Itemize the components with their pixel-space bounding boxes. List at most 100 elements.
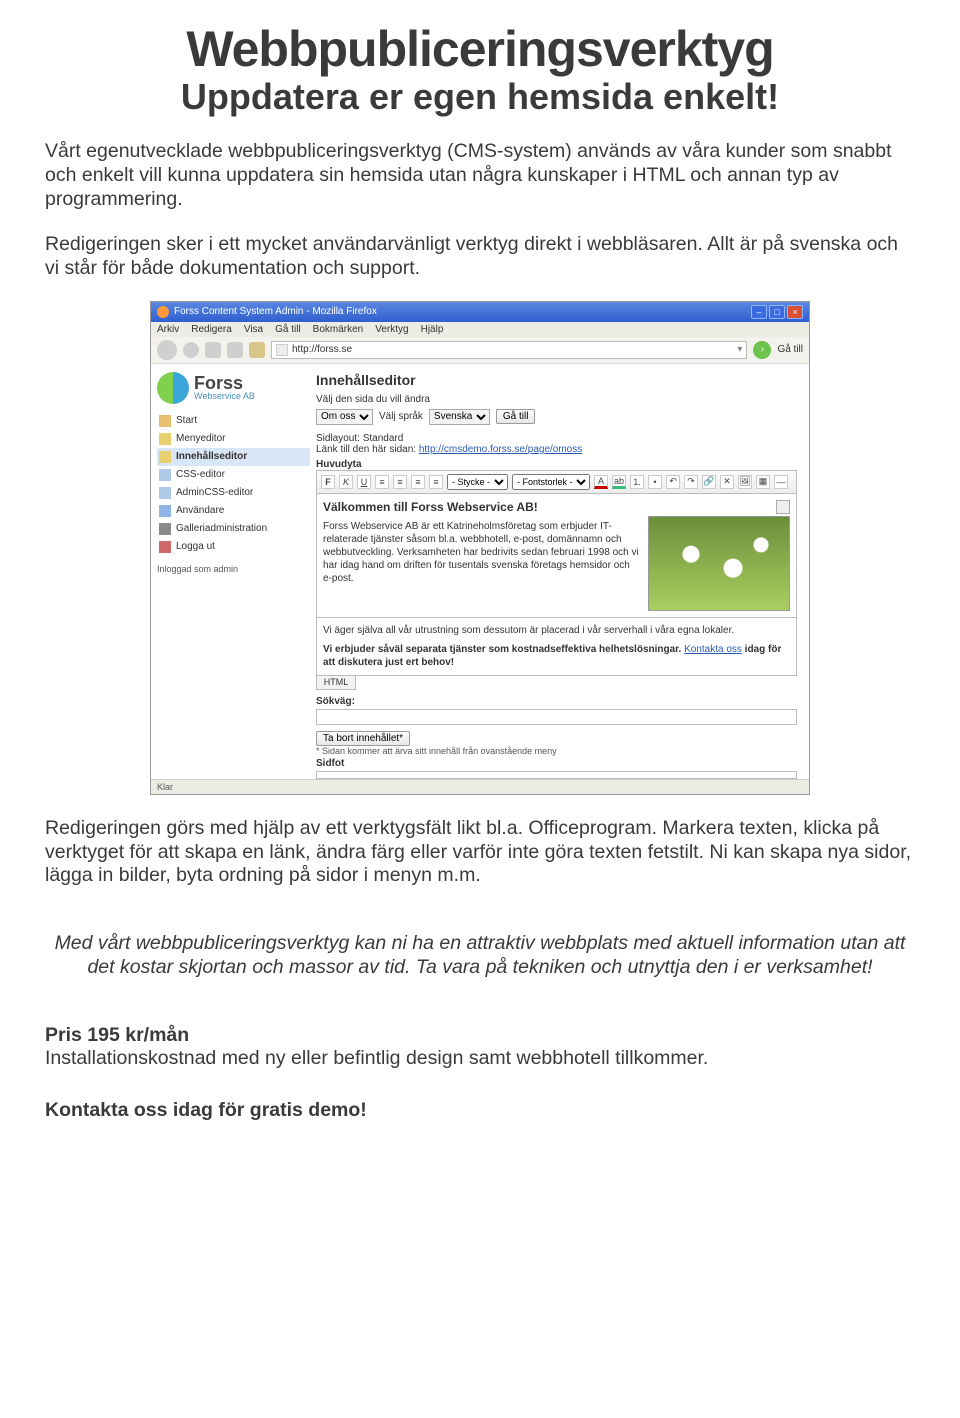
logout-icon — [159, 541, 171, 553]
intro-paragraph-1: Vårt egenutvecklade webbpubliceringsverk… — [45, 140, 915, 211]
home-icon[interactable] — [249, 342, 265, 358]
redo-icon[interactable]: ↷ — [684, 475, 698, 489]
rte-image — [648, 500, 790, 611]
stop-icon[interactable] — [227, 342, 243, 358]
tabort-footnote: * Sidan kommer att ärva sitt innehåll fr… — [316, 746, 797, 756]
sidebar-item-innehallseditor[interactable]: Innehållseditor — [157, 448, 310, 466]
intro-paragraph-2: Redigeringen sker i ett mycket användarv… — [45, 233, 915, 281]
sokvag-input[interactable] — [316, 709, 797, 725]
firefox-icon — [157, 306, 169, 318]
install-note: Installationskostnad med ny eller befint… — [45, 1047, 915, 1071]
go-button[interactable]: Gå till — [496, 409, 536, 424]
chevron-down-icon[interactable]: ▾ — [737, 344, 742, 355]
folder-icon — [159, 451, 171, 463]
menu-bokmarken[interactable]: Bokmärken — [313, 324, 364, 335]
lang-label: Välj språk — [379, 411, 423, 422]
layout-label: Sidlayout: Standard — [316, 433, 797, 444]
sidebar-item-anvandare[interactable]: Användare — [157, 502, 310, 520]
menu-arkiv[interactable]: Arkiv — [157, 324, 179, 335]
globe-icon — [157, 372, 189, 404]
bold-icon[interactable]: F — [321, 475, 335, 489]
loggedin-label: Inloggad som admin — [157, 564, 310, 574]
rte-contact-link[interactable]: Kontakta oss — [684, 644, 742, 655]
sidebar-item-label: Innehållseditor — [176, 451, 247, 462]
underline-icon[interactable]: U — [357, 475, 371, 489]
go-icon[interactable]: › — [753, 341, 771, 359]
menu-visa[interactable]: Visa — [244, 324, 263, 335]
price-label: Pris 195 kr/mån — [45, 1024, 915, 1047]
window-titlebar: Forss Content System Admin - Mozilla Fir… — [151, 302, 809, 322]
link-icon[interactable]: 🔗 — [702, 475, 716, 489]
reload-icon[interactable] — [205, 342, 221, 358]
sidebar-item-galleri[interactable]: Galleriadministration — [157, 520, 310, 538]
usage-paragraph: Redigeringen görs med hjälp av ett verkt… — [45, 817, 915, 888]
maximize-icon[interactable]: □ — [769, 305, 785, 319]
scroll-up-icon[interactable] — [776, 500, 790, 514]
forward-icon[interactable] — [183, 342, 199, 358]
align-left-icon[interactable]: ≡ — [375, 475, 389, 489]
browser-toolbar: http://forss.se ▾ › Gå till — [151, 337, 809, 364]
rte-body1: Forss Webservice AB är ett Katrineholmsf… — [323, 520, 640, 585]
forss-logo: Forss Webservice AB — [157, 372, 310, 404]
menu-hjalp[interactable]: Hjälp — [421, 324, 444, 335]
close-icon[interactable]: × — [787, 305, 803, 319]
menu-verktyg[interactable]: Verktyg — [375, 324, 408, 335]
html-tab[interactable]: HTML — [316, 676, 356, 690]
editor-heading: Innehållseditor — [316, 372, 797, 388]
url-input[interactable]: http://forss.se ▾ — [271, 341, 747, 359]
back-icon[interactable] — [157, 340, 177, 360]
tabort-button[interactable]: Ta bort innehållet* — [316, 731, 410, 746]
table-icon[interactable]: ▦ — [756, 475, 770, 489]
lang-select[interactable]: Svenska — [429, 409, 490, 425]
minimize-icon[interactable]: – — [751, 305, 767, 319]
go-label: Gå till — [777, 344, 803, 355]
list-ul-icon[interactable]: • — [648, 475, 662, 489]
menu-gatill[interactable]: Gå till — [275, 324, 301, 335]
page-icon — [276, 344, 288, 356]
textcolor-icon[interactable]: A — [594, 475, 608, 489]
sidebar-item-admincss[interactable]: AdminCSS-editor — [157, 484, 310, 502]
css-icon — [159, 469, 171, 481]
align-center-icon[interactable]: ≡ — [393, 475, 407, 489]
sidebar-item-label: CSS-editor — [176, 469, 225, 480]
sidebar-item-menyeditor[interactable]: Menyeditor — [157, 430, 310, 448]
home-icon — [159, 415, 171, 427]
folder-icon — [159, 433, 171, 445]
pagelink-url[interactable]: http://cmsdemo.forss.se/page/omoss — [419, 444, 582, 455]
window-title: Forss Content System Admin - Mozilla Fir… — [174, 306, 377, 317]
italic-icon[interactable]: K — [339, 475, 353, 489]
sidfot-label: Sidfot — [316, 758, 797, 769]
align-right-icon[interactable]: ≡ — [411, 475, 425, 489]
rte-heading: Välkommen till Forss Webservice AB! — [323, 500, 640, 516]
list-ol-icon[interactable]: 1. — [630, 475, 644, 489]
cms-screenshot: Forss Content System Admin - Mozilla Fir… — [150, 301, 810, 795]
sidebar-item-loggaut[interactable]: Logga ut — [157, 538, 310, 556]
rte-body3a: Vi erbjuder såväl separata tjänster som … — [323, 644, 684, 655]
page-title: Webbpubliceringsverktyg — [45, 20, 915, 78]
align-justify-icon[interactable]: ≡ — [429, 475, 443, 489]
hr-icon[interactable]: ― — [774, 475, 788, 489]
url-text: http://forss.se — [292, 344, 352, 355]
logo-name: Forss — [194, 374, 255, 392]
style-select[interactable]: - Stycke - — [447, 474, 508, 490]
undo-icon[interactable]: ↶ — [666, 475, 680, 489]
bgcolor-icon[interactable]: ab — [612, 475, 626, 489]
huvudyta-label: Huvudyta — [316, 459, 797, 470]
page-select[interactable]: Om oss — [316, 409, 373, 425]
fontsize-select[interactable]: - Fontstorlek - — [512, 474, 590, 490]
sidebar-item-start[interactable]: Start — [157, 412, 310, 430]
contact-cta: Kontakta oss idag för gratis demo! — [45, 1099, 915, 1122]
sidebar-item-label: Användare — [176, 505, 224, 516]
css-icon — [159, 487, 171, 499]
rte-body2: Vi äger själva all vår utrustning som de… — [323, 624, 790, 637]
unlink-icon[interactable]: ✕ — [720, 475, 734, 489]
sidfot-area[interactable] — [316, 771, 797, 779]
rte-editor-area[interactable]: Välkommen till Forss Webservice AB! Fors… — [316, 494, 797, 618]
gallery-icon — [159, 523, 171, 535]
rte-more[interactable]: Vi äger själva all vår utrustning som de… — [316, 618, 797, 676]
sidebar-item-label: Logga ut — [176, 541, 215, 552]
image-icon[interactable]: 🖼 — [738, 475, 752, 489]
logo-sub: Webservice AB — [194, 392, 255, 401]
menu-redigera[interactable]: Redigera — [191, 324, 232, 335]
sidebar-item-css[interactable]: CSS-editor — [157, 466, 310, 484]
